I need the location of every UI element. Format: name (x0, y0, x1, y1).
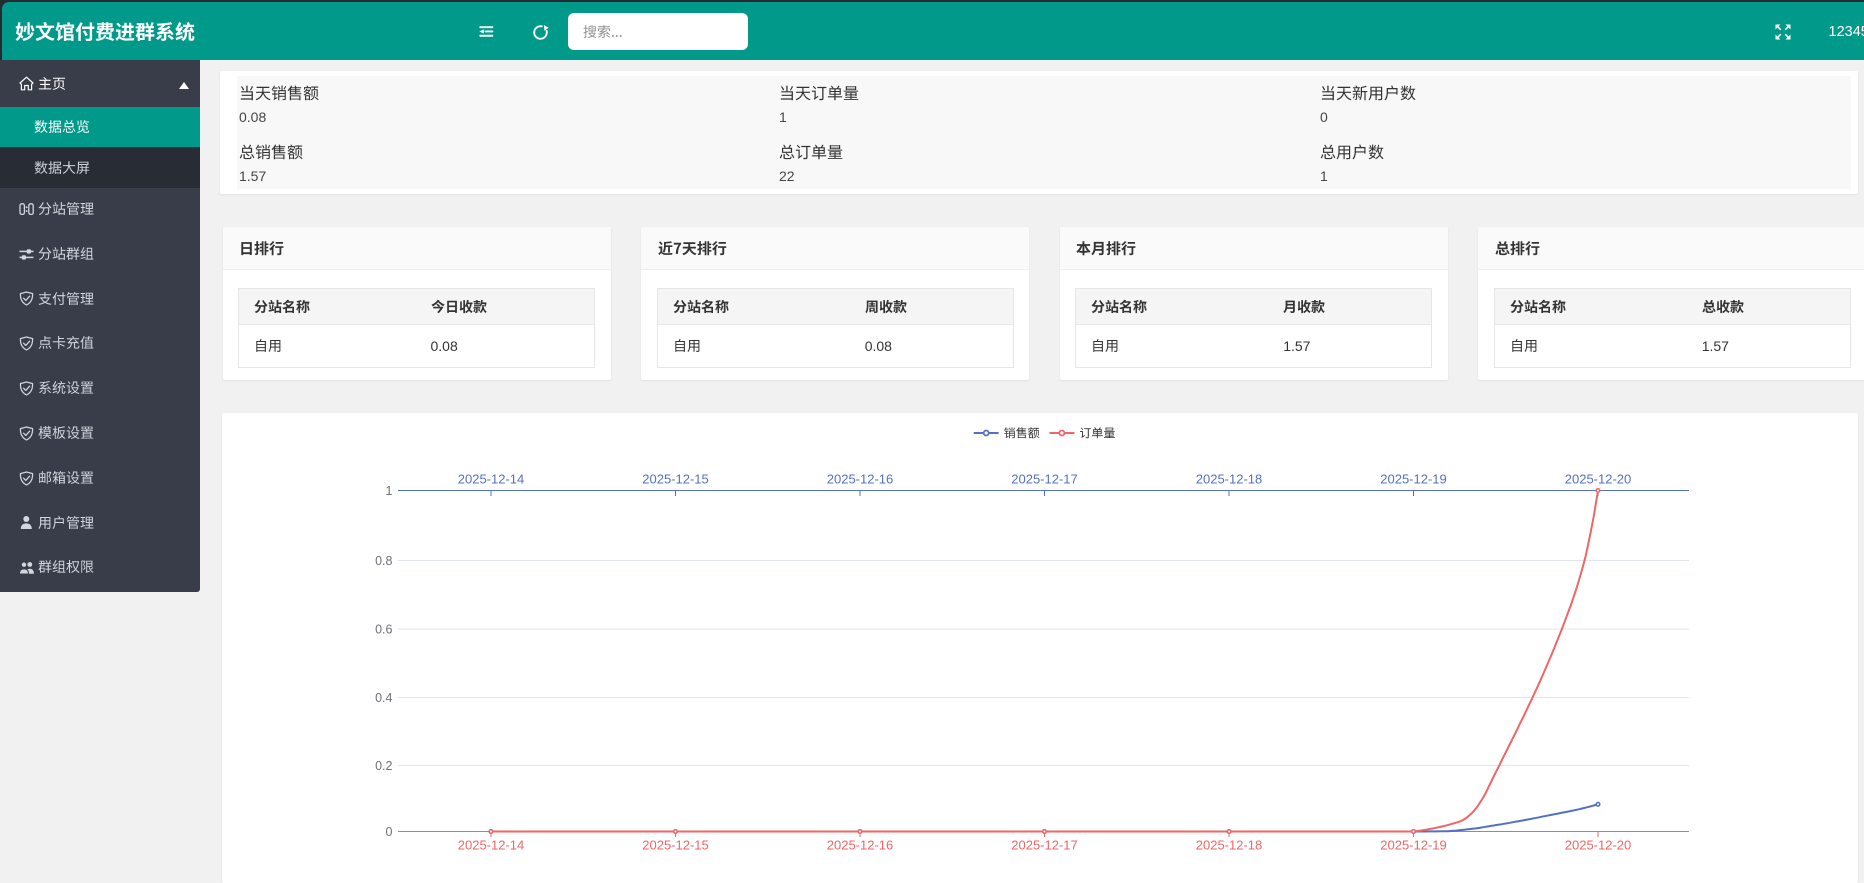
svg-text:0.8: 0.8 (375, 554, 392, 568)
svg-text:0.2: 0.2 (375, 759, 392, 773)
svg-text:2025-12-15: 2025-12-15 (642, 472, 709, 487)
svg-text:1: 1 (386, 484, 393, 498)
svg-text:0: 0 (386, 825, 393, 839)
svg-text:0.4: 0.4 (375, 691, 392, 705)
svg-text:2025-12-18: 2025-12-18 (1196, 472, 1263, 487)
svg-text:2025-12-19: 2025-12-19 (1380, 472, 1447, 487)
svg-text:0.6: 0.6 (375, 622, 392, 636)
svg-text:2025-12-20: 2025-12-20 (1565, 472, 1632, 487)
svg-text:2025-12-14: 2025-12-14 (458, 472, 525, 487)
svg-text:2025-12-15: 2025-12-15 (642, 838, 709, 853)
svg-text:2025-12-20: 2025-12-20 (1565, 838, 1632, 853)
svg-text:2025-12-16: 2025-12-16 (827, 472, 894, 487)
svg-text:2025-12-17: 2025-12-17 (1011, 472, 1078, 487)
svg-text:2025-12-18: 2025-12-18 (1196, 838, 1263, 853)
svg-text:2025-12-16: 2025-12-16 (827, 838, 894, 853)
svg-text:2025-12-14: 2025-12-14 (458, 838, 525, 853)
svg-text:2025-12-17: 2025-12-17 (1011, 838, 1078, 853)
svg-text:2025-12-19: 2025-12-19 (1380, 838, 1447, 853)
